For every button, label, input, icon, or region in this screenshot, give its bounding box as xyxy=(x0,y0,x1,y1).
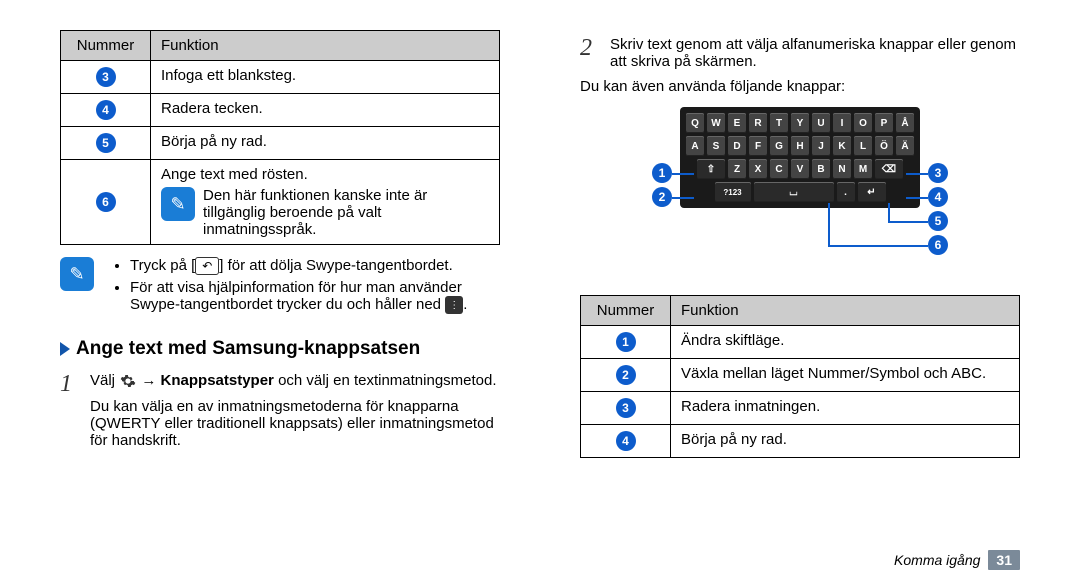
space-key: ⌴ xyxy=(754,182,834,202)
table-row: 3 Infoga ett blanksteg. xyxy=(61,61,500,94)
note-icon: ✎ xyxy=(60,257,94,291)
badge-4: 4 xyxy=(616,431,636,451)
gear-icon xyxy=(119,372,137,390)
section-marker-icon xyxy=(60,342,70,356)
callout-3: 3 xyxy=(928,163,948,183)
badge-2: 2 xyxy=(616,365,636,385)
table-row: 3 Radera inmatningen. xyxy=(581,392,1020,425)
key-row-3: ⇧ Z X C V B N M ⌫ xyxy=(686,159,914,179)
badge-5: 5 xyxy=(96,133,116,153)
dot-key: . xyxy=(837,182,855,202)
key-row-2: A S D F G H J K L Ö Ä xyxy=(686,136,914,156)
back-icon: ↶ xyxy=(195,257,219,275)
function-table-left: Nummer Funktion 3 Infoga ett blanksteg. … xyxy=(60,30,500,245)
mode-key: ?123 xyxy=(715,182,751,202)
step-2: 2 Skriv text genom att välja alfanumeris… xyxy=(580,36,1020,70)
key-row-4: ?123 ⌴ . ↵ xyxy=(686,182,914,202)
page-footer: Komma igång 31 xyxy=(894,550,1020,570)
badge-3: 3 xyxy=(96,67,116,87)
table-row: 5 Börja på ny rad. xyxy=(61,127,500,160)
callout-1: 1 xyxy=(652,163,672,183)
backspace-key: ⌫ xyxy=(875,159,903,179)
col-nummer: Nummer xyxy=(581,296,671,326)
step-1: 1 Välj → Knappsatstyper och välj en text… xyxy=(60,372,500,449)
callout-2: 2 xyxy=(652,187,672,207)
callout-6: 6 xyxy=(928,235,948,255)
section-heading: Ange text med Samsung-knappsatsen xyxy=(60,338,500,360)
key-row-1: Q W E R T Y U I O P Å xyxy=(686,113,914,133)
badge-3: 3 xyxy=(616,398,636,418)
table-row: 1 Ändra skiftläge. xyxy=(581,326,1020,359)
table-row: 2 Växla mellan läget Nummer/Symbol och A… xyxy=(581,359,1020,392)
enter-key: ↵ xyxy=(858,182,886,202)
callout-4: 4 xyxy=(928,187,948,207)
table-row: 6 Ange text med rösten. ✎ Den här funkti… xyxy=(61,160,500,245)
callout-5: 5 xyxy=(928,211,948,231)
note-block: ✎ Tryck på [↶] för att dölja Swype-tange… xyxy=(60,257,500,318)
swype-key-icon: ⋮ xyxy=(445,296,463,314)
col-funktion: Funktion xyxy=(671,296,1020,326)
col-funktion: Funktion xyxy=(151,31,500,61)
note-item: För att visa hjälpinformation för hur ma… xyxy=(130,279,500,314)
badge-6: 6 xyxy=(96,192,116,212)
keyboard: Q W E R T Y U I O P Å A S D F G H J K xyxy=(680,107,920,208)
table-row: 4 Radera tecken. xyxy=(61,94,500,127)
keyboard-illustration: Q W E R T Y U I O P Å A S D F G H J K xyxy=(580,107,1020,267)
shift-key: ⇧ xyxy=(697,159,725,179)
note-icon: ✎ xyxy=(161,187,195,221)
function-table-right: Nummer Funktion 1 Ändra skiftläge. 2 Väx… xyxy=(580,295,1020,458)
col-nummer: Nummer xyxy=(61,31,151,61)
note-item: Tryck på [↶] för att dölja Swype-tangent… xyxy=(130,257,500,275)
badge-1: 1 xyxy=(616,332,636,352)
badge-4: 4 xyxy=(96,100,116,120)
table-row: 4 Börja på ny rad. xyxy=(581,425,1020,458)
